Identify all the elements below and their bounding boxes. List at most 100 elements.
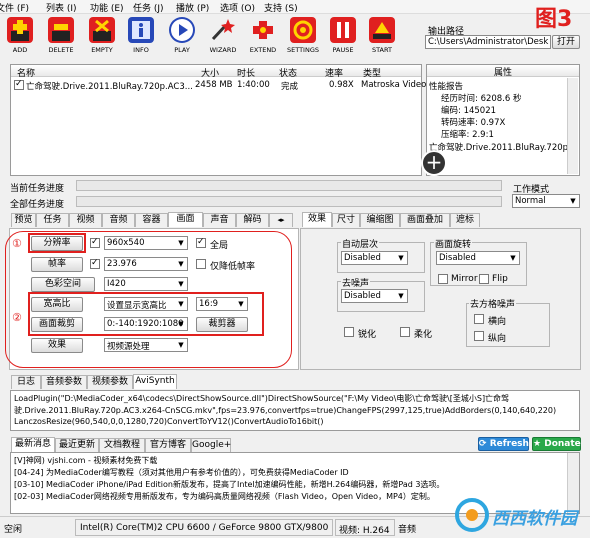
tab-logo-mask[interactable]: 遮标 — [450, 213, 480, 227]
effect-button[interactable]: 效果 — [31, 338, 83, 353]
global-checkbox[interactable] — [196, 237, 206, 248]
play-button[interactable]: PLAY — [162, 15, 202, 57]
col-rate[interactable]: 速率 — [325, 66, 343, 79]
empty-label: EMPTY — [91, 46, 113, 54]
tab-scroll-arrows[interactable]: ◂▸ — [269, 213, 293, 227]
tab-effects[interactable]: 效果 — [302, 212, 332, 227]
empty-button[interactable]: EMPTY — [82, 15, 122, 57]
framerate-checkbox[interactable] — [90, 258, 100, 269]
cropper-button[interactable]: 裁剪器 — [196, 317, 248, 332]
col-type[interactable]: 类型 — [363, 66, 381, 79]
colorspace-button[interactable]: 色彩空间 — [31, 277, 95, 292]
colorspace-select[interactable]: I420 ▼ — [104, 277, 188, 291]
file-row-checkbox[interactable] — [14, 79, 24, 90]
menu-function[interactable]: 功能 (E) — [90, 1, 124, 14]
settings-button[interactable]: SETTINGS — [283, 15, 323, 57]
property-line: 编码: 145021 — [441, 106, 497, 116]
settings-label: SETTINGS — [286, 46, 319, 54]
news-item[interactable]: [02-03] MediaCoder网络视频专用新版发布，专为编码高质量网络视频… — [14, 491, 435, 502]
menu-options[interactable]: 选项 (O) — [220, 1, 255, 14]
rotate-select[interactable]: Disabled ▼ — [436, 251, 520, 265]
denoise-select[interactable]: Disabled ▼ — [341, 289, 408, 303]
menu-task[interactable]: 任务 (J) — [133, 1, 164, 14]
soften-checkbox[interactable] — [400, 327, 410, 337]
tab-thumbnail[interactable]: 编缩图 — [360, 213, 400, 227]
tab-blog[interactable]: 官方博客 — [145, 438, 191, 452]
tab-avisynth[interactable]: AviSynth — [133, 374, 177, 389]
open-button[interactable]: 打开 — [552, 35, 580, 49]
tab-recent-updates[interactable]: 最近更新 — [55, 438, 99, 452]
resolution-checkbox[interactable] — [90, 237, 100, 248]
start-button[interactable]: START — [362, 15, 402, 57]
pause-button[interactable]: PAUSE — [323, 15, 363, 57]
wizard-button[interactable]: WIZARD — [203, 15, 243, 57]
resolution-button[interactable]: 分辨率 — [31, 236, 83, 251]
delete-button[interactable]: DELETE — [41, 15, 81, 57]
tab-sound[interactable]: 声音 — [203, 213, 236, 227]
framerate-select[interactable]: 23.976 ▼ — [104, 257, 188, 271]
output-path-field[interactable]: C:\Users\Administrator\Desk — [425, 35, 551, 49]
status-video-cell: 视频: H.264 — [335, 519, 395, 536]
file-row[interactable]: 亡命驾驶.Drive.2011.BluRay.720p.AC3... 2458 … — [11, 79, 426, 92]
tab-video[interactable]: 视频 — [69, 213, 102, 227]
menu-file[interactable]: 文件 (F) — [0, 1, 29, 14]
add-button[interactable]: ADD — [0, 15, 40, 57]
donate-button[interactable]: ★ Donate — [532, 437, 581, 451]
property-line: 转码速率: 0.97X — [441, 118, 506, 128]
effect-select[interactable]: 视频源处理 ▼ — [104, 338, 188, 352]
extend-button[interactable]: EXTEND — [243, 15, 283, 57]
tab-audio-params[interactable]: 音频参数 — [41, 375, 87, 389]
horizontal-checkbox[interactable] — [474, 314, 484, 324]
col-size[interactable]: 大小 — [201, 66, 219, 79]
info-icon — [128, 17, 154, 43]
vertical-checkbox[interactable] — [474, 331, 484, 341]
work-mode-select[interactable]: Normal ▼ — [512, 194, 580, 208]
tab-docs[interactable]: 文档教程 — [99, 438, 145, 452]
reduce-framerate-checkbox[interactable] — [196, 259, 206, 269]
auto-level-select[interactable]: Disabled ▼ — [341, 251, 408, 265]
col-status[interactable]: 状态 — [279, 66, 297, 79]
aspect-ratio-select[interactable]: 16:9 ▼ — [196, 297, 248, 311]
file-row-size: 2458 MB — [195, 80, 233, 90]
tab-audio[interactable]: 音频 — [102, 213, 135, 227]
tab-overlay[interactable]: 画面叠加 — [400, 213, 450, 227]
watermark-swirl-icon — [455, 498, 489, 532]
aspect-ratio-button[interactable]: 宽高比 — [31, 297, 83, 312]
tab-picture[interactable]: 画面 — [168, 212, 203, 227]
sharpen-checkbox[interactable] — [344, 327, 354, 337]
framerate-button[interactable]: 帧率 — [31, 257, 83, 272]
tab-preview[interactable]: 预览 — [11, 213, 36, 227]
info-button[interactable]: INFO — [121, 15, 161, 57]
tab-google-plus[interactable]: Google+ — [191, 438, 231, 452]
refresh-button[interactable]: ⟳ Refresh — [478, 437, 529, 451]
property-line: 经历时间: 6208.6 秒 — [441, 94, 522, 104]
tab-size[interactable]: 尺寸 — [332, 213, 360, 227]
news-item[interactable]: [V]神网) vjshi.com - 视频素材免费下载 — [14, 455, 157, 466]
news-item[interactable]: [04-24] 为MediaCoder编写教程（须对其他用户有参考价值的），可免… — [14, 467, 349, 478]
avisynth-script-box[interactable]: LoadPlugin("D:\MediaCoder_x64\codecs\Dir… — [10, 390, 580, 431]
vertical-label: 纵向 — [488, 334, 507, 344]
menu-list[interactable]: 列表 (I) — [46, 1, 77, 14]
menu-support[interactable]: 支持 (S) — [264, 1, 298, 14]
tab-decode[interactable]: 解码 — [236, 213, 269, 227]
zoom-plus-icon[interactable]: + — [421, 150, 447, 176]
properties-scrollbar[interactable] — [567, 78, 578, 174]
tab-container[interactable]: 容器 — [135, 213, 168, 227]
mirror-checkbox[interactable] — [438, 274, 448, 284]
menu-play[interactable]: 播放 (P) — [176, 1, 209, 14]
play-label: PLAY — [174, 46, 190, 54]
tab-latest-news[interactable]: 最新消息 — [11, 437, 55, 452]
tab-task[interactable]: 任务 — [36, 213, 69, 227]
flip-checkbox[interactable] — [479, 274, 489, 284]
file-list[interactable]: 名称 大小 时长 状态 速率 类型 亡命驾驶.Drive.2011.BluRay… — [10, 64, 426, 176]
crop-button[interactable]: 画面裁剪 — [31, 317, 83, 332]
resolution-select[interactable]: 960x540 ▼ — [104, 236, 188, 250]
news-item[interactable]: [03-10] MediaCoder iPhone/iPad Edition新版… — [14, 479, 444, 490]
tab-video-params[interactable]: 视频参数 — [87, 375, 133, 389]
crop-value-select[interactable]: 0:-140:1920:1080 ▼ — [104, 317, 188, 331]
global-label: 全局 — [210, 241, 229, 251]
aspect-mode-select[interactable]: 设置显示宽高比 ▼ — [104, 297, 188, 311]
tab-log[interactable]: 日志 — [11, 375, 41, 389]
col-name[interactable]: 名称 — [17, 66, 35, 79]
col-duration[interactable]: 时长 — [237, 66, 255, 79]
